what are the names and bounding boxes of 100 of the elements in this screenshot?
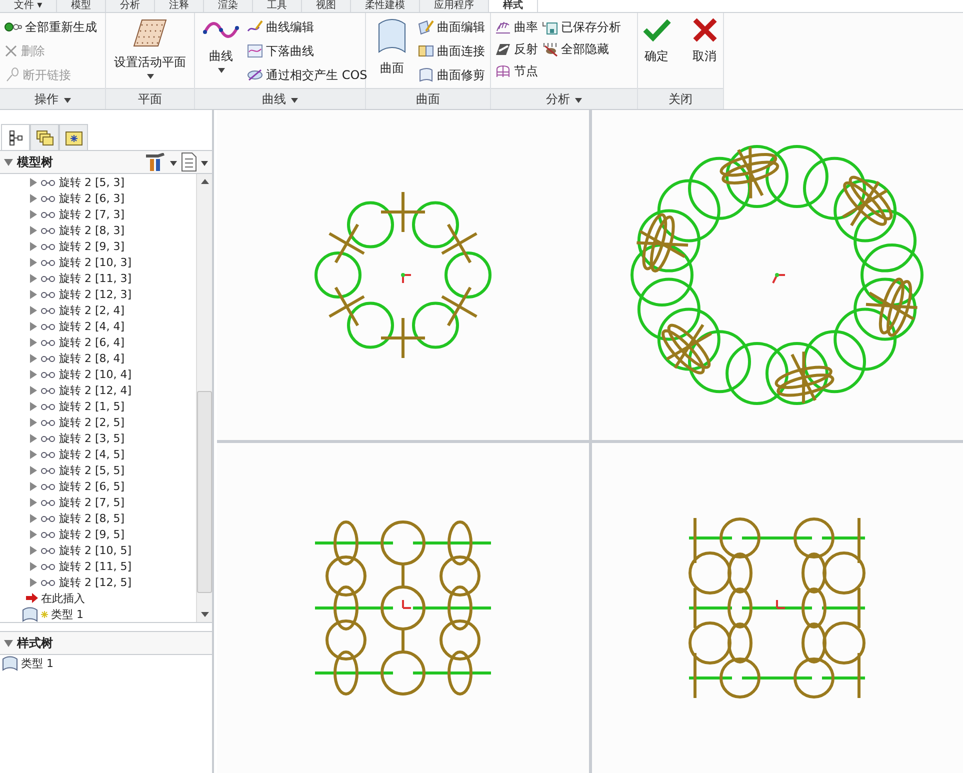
tree-item[interactable]: 旋转 2 [2, 5] — [0, 414, 196, 430]
close-icon — [692, 18, 718, 42]
dropdown-caret-icon — [201, 161, 208, 166]
tree-item[interactable]: 旋转 2 [8, 3] — [0, 222, 196, 238]
tree-item[interactable]: 旋转 2 [7, 5] — [0, 494, 196, 510]
tree-item[interactable]: 旋转 2 [9, 3] — [0, 238, 196, 254]
tree-item[interactable]: 旋转 2 [5, 5] — [0, 462, 196, 478]
menu-caret-icon — [575, 98, 582, 103]
menu-tab[interactable]: 模型 — [57, 0, 106, 12]
feature-link-icon — [40, 273, 56, 283]
ribbon-group-label[interactable]: 分析 — [491, 88, 637, 109]
ribbon-large-button[interactable]: 曲面 — [370, 16, 414, 88]
ribbon-large-button[interactable]: 曲线 — [199, 16, 243, 88]
feature-link-icon — [40, 513, 56, 523]
ribbon-group-label[interactable]: 关闭 — [638, 88, 723, 109]
tree-item[interactable]: 旋转 2 [7, 3] — [0, 206, 196, 222]
ribbon-large-button[interactable]: 确定 — [634, 16, 678, 88]
ribbon-button[interactable]: 全部隐藏 — [542, 38, 621, 60]
saved-analysis-icon — [542, 19, 558, 35]
regenerate-icon — [4, 22, 22, 32]
feature-link-icon — [40, 177, 56, 187]
tree-item[interactable]: 旋转 2 [10, 3] — [0, 254, 196, 270]
intersection-curve-icon — [247, 67, 263, 83]
tree-structure-icon — [8, 130, 22, 146]
panel-tab[interactable] — [1, 124, 30, 151]
feature-link-icon — [40, 353, 56, 363]
feature-link-icon — [40, 257, 56, 267]
ribbon-button[interactable]: 曲面连接 — [418, 40, 485, 62]
tree-item[interactable]: 旋转 2 [8, 5] — [0, 510, 196, 526]
feature-link-icon — [40, 225, 56, 235]
menu-tab[interactable]: 视图 — [302, 0, 352, 12]
ribbon-button[interactable]: 曲面修剪 — [418, 64, 485, 86]
tree-item[interactable]: 旋转 2 [12, 3] — [0, 286, 196, 302]
ribbon-group-label[interactable]: 曲面 — [366, 88, 490, 109]
drop-curve-icon — [247, 43, 263, 59]
feature-link-icon — [40, 321, 56, 331]
feature-link-icon — [40, 337, 56, 347]
tree-item[interactable]: 旋转 2 [6, 4] — [0, 334, 196, 350]
dropdown-caret-icon — [218, 68, 224, 73]
surface-connect-icon — [418, 43, 434, 59]
tree-item[interactable]: 类型 1 — [0, 655, 212, 671]
tree-item[interactable]: 类型 1 — [0, 606, 196, 622]
tree-item[interactable]: 旋转 2 [8, 4] — [0, 350, 196, 366]
feature-link-icon — [40, 577, 56, 587]
menu-tab[interactable]: 工具 — [253, 0, 302, 12]
feature-link-icon — [40, 465, 56, 475]
ribbon-button[interactable]: 通过相交产生 COS — [247, 64, 368, 86]
ribbon-group-label[interactable]: 曲线 — [195, 88, 365, 109]
grid-plane-icon — [132, 18, 168, 48]
feature-link-icon — [40, 545, 56, 555]
ribbon-button[interactable]: 曲率 — [495, 16, 538, 38]
feature-link-icon — [40, 369, 56, 379]
reflection-icon — [495, 41, 511, 57]
tree-item[interactable]: 旋转 2 [12, 4] — [0, 382, 196, 398]
surface-trim-icon — [418, 67, 434, 83]
scrollbar[interactable] — [196, 174, 212, 622]
feature-link-icon — [40, 193, 56, 203]
ribbon-button[interactable]: 下落曲线 — [247, 40, 368, 62]
tree-item[interactable]: 旋转 2 [11, 5] — [0, 558, 196, 574]
ribbon-button[interactable]: 全部重新生成 — [4, 16, 97, 38]
ribbon-button[interactable]: 节点 — [495, 60, 538, 82]
folders-icon — [36, 130, 54, 146]
checkmark-icon — [642, 18, 670, 42]
ribbon-button[interactable]: 曲面编辑 — [418, 16, 485, 38]
panel-tab[interactable] — [30, 124, 59, 152]
ribbon-button[interactable]: 已保存分析 — [542, 16, 621, 38]
ribbon-group-label[interactable]: 平面 — [106, 88, 194, 109]
tree-item[interactable]: 旋转 2 [12, 5] — [0, 574, 196, 590]
tree-item[interactable]: 旋转 2 [10, 4] — [0, 366, 196, 382]
feature-link-icon — [40, 385, 56, 395]
scroll-up-icon — [200, 179, 208, 184]
ribbon-large-button[interactable]: 设置活动平面 — [112, 16, 188, 88]
tree-item[interactable]: 旋转 2 [6, 5] — [0, 478, 196, 494]
tree-item[interactable]: 旋转 2 [4, 4] — [0, 318, 196, 334]
ribbon-button[interactable]: 反射 — [495, 38, 538, 60]
tree-item[interactable]: 旋转 2 [11, 3] — [0, 270, 196, 286]
tree-item[interactable]: 旋转 2 [1, 5] — [0, 398, 196, 414]
tree-item[interactable]: 旋转 2 [4, 5] — [0, 446, 196, 462]
menu-caret-icon — [64, 98, 70, 103]
menu-tab[interactable]: 柔性建模 — [351, 0, 420, 12]
ribbon-large-button[interactable]: 取消 — [682, 16, 726, 88]
ribbon-button[interactable]: 曲线编辑 — [247, 16, 368, 38]
tree-item[interactable]: 在此插入 — [0, 590, 196, 606]
feature-link-icon — [40, 433, 56, 443]
panel-tab[interactable] — [59, 124, 88, 152]
tree-item[interactable]: 旋转 2 [3, 5] — [0, 430, 196, 446]
panel-title: 模型树 — [17, 154, 54, 170]
surface-edit-icon — [418, 19, 434, 35]
feature-link-icon — [40, 401, 56, 411]
tree-item[interactable]: 旋转 2 [2, 4] — [0, 302, 196, 318]
menu-tab[interactable]: 分析 — [106, 0, 156, 12]
curvature-icon — [495, 19, 511, 35]
tree-item[interactable]: 旋转 2 [6, 3] — [0, 190, 196, 206]
surface-icon — [377, 18, 407, 54]
tree-item[interactable]: 旋转 2 [5, 3] — [0, 174, 196, 190]
tree-item[interactable]: 旋转 2 [9, 5] — [0, 526, 196, 542]
style-feature-icon — [22, 606, 38, 622]
tree-item[interactable]: 旋转 2 [10, 5] — [0, 542, 196, 558]
ribbon-group-label[interactable]: 操作 — [0, 88, 105, 109]
hide-all-icon — [542, 41, 558, 57]
